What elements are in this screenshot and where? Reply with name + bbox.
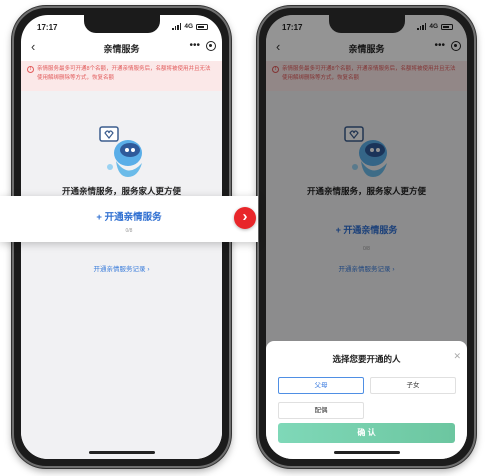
next-step-arrow-icon: ›	[234, 207, 256, 229]
quota-count: 0/8	[125, 228, 133, 234]
close-miniapp-icon[interactable]	[206, 41, 216, 51]
option-parents[interactable]: 父母	[278, 377, 364, 394]
option-spouse[interactable]: 配偶	[278, 402, 364, 419]
mascot-illustration	[98, 126, 142, 177]
more-icon[interactable]: •••	[189, 41, 200, 51]
open-service-card[interactable]: + 开通亲情服务 0/8	[0, 196, 258, 242]
records-link[interactable]: 开通亲情服务记录 ›	[21, 263, 222, 273]
home-indicator	[333, 451, 400, 454]
status-icons: 4G	[172, 23, 208, 30]
option-children[interactable]: 子女	[370, 377, 456, 394]
open-service-button[interactable]: + 开通亲情服务	[0, 209, 258, 223]
notice-banner: ! 亲情服务最多可开通8个名额，开通亲情服务后，名额将被使用并且无法使用解绑删除…	[21, 61, 222, 91]
signal-icon	[172, 23, 182, 30]
chevron-right-icon: ›	[147, 266, 150, 273]
status-time: 17:17	[37, 23, 58, 32]
records-link-label: 开通亲情服务记录	[93, 266, 146, 273]
phone-screen-right: 17:17 4G ‹ 亲情服务 ••• ! 亲情服务最多可开通8个名额，开通亲情…	[266, 15, 467, 459]
close-icon[interactable]: ✕	[453, 351, 461, 362]
notch	[83, 15, 160, 33]
notch	[328, 15, 405, 33]
confirm-button[interactable]: 确 认	[278, 423, 455, 443]
sheet-title: 选择您要开通的人	[332, 354, 401, 364]
warning-icon: !	[27, 66, 34, 73]
open-service-label: 开通亲情服务	[104, 212, 162, 223]
nav-bar: ‹ 亲情服务 •••	[21, 37, 222, 59]
battery-icon	[196, 23, 208, 30]
select-person-sheet: 选择您要开通的人 ✕ 父母 子女 配偶 确 认	[266, 341, 467, 459]
phone-frame-right: 17:17 4G ‹ 亲情服务 ••• ! 亲情服务最多可开通8个名额，开通亲情…	[257, 6, 476, 468]
notice-text: 亲情服务最多可开通8个名额，开通亲情服务后，名额将被使用并且无法使用解绑删除等方…	[37, 66, 211, 81]
plus-icon: +	[96, 212, 102, 223]
home-indicator	[88, 451, 155, 454]
network-label: 4G	[184, 23, 193, 30]
miniapp-capsule: •••	[189, 41, 216, 51]
